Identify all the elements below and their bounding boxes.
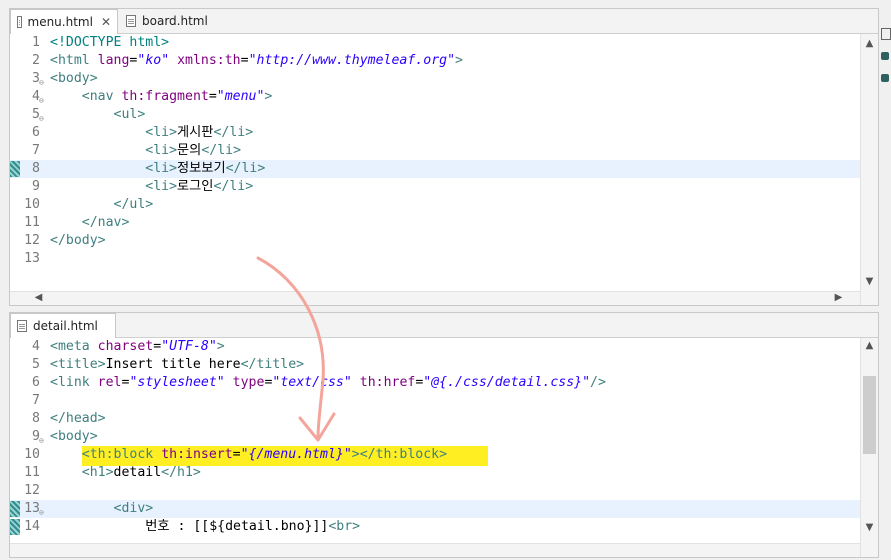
line-number: 7 — [32, 143, 40, 158]
code-line[interactable]: 1 <!DOCTYPE html> — [10, 34, 860, 52]
code-line[interactable]: 5 <title>Insert title here</title> — [10, 356, 860, 374]
close-icon[interactable]: ✕ — [101, 15, 111, 29]
tool-icon[interactable] — [881, 52, 889, 60]
line-number: 6 — [32, 375, 40, 390]
top-horizontal-scrollbar[interactable]: ◀ ▶ — [10, 291, 860, 305]
code-text: <!DOCTYPE html> — [50, 35, 170, 50]
tab-menu-html[interactable]: menu.html ✕ — [10, 9, 118, 34]
code-text: </ul> — [113, 197, 154, 212]
line-number: 11 — [24, 215, 40, 230]
line-number: 1 — [32, 35, 40, 50]
code-line[interactable]: 13 — [10, 250, 860, 268]
code-line[interactable]: 7 — [10, 392, 860, 410]
bottom-editor-tabbar: detail.html — [10, 313, 878, 338]
bottom-editor-pane: detail.html 4 <meta charset="UTF-8"> 5 <tit… — [9, 312, 879, 558]
line-number: 10 — [24, 447, 40, 462]
code-line[interactable]: 6 <link rel="stylesheet" type="text/css" … — [10, 374, 860, 392]
code-text: <li>문의</li> — [145, 143, 242, 158]
scroll-thumb[interactable] — [863, 376, 876, 454]
code-line[interactable]: 11 </nav> — [10, 214, 860, 232]
outline-icon[interactable] — [881, 28, 891, 40]
code-line[interactable]: 13 ⊖ <div> — [10, 500, 860, 518]
code-text: 번호 : [[${detail.bno}]]<br> — [50, 519, 361, 534]
scroll-down-arrow[interactable]: ▼ — [861, 276, 878, 287]
line-number: 4 — [32, 89, 40, 104]
line-number: 3 — [32, 71, 40, 86]
code-text: <link rel="stylesheet" type="text/css" t… — [50, 375, 606, 390]
scroll-left-arrow[interactable]: ◀ — [30, 292, 47, 303]
line-number: 6 — [32, 125, 40, 140]
file-icon — [17, 320, 27, 332]
code-text: <h1>detail</h1> — [81, 465, 201, 480]
code-line[interactable]: 14 번호 : [[${detail.bno}]]<br> — [10, 518, 860, 536]
code-line[interactable]: 12 </body> — [10, 232, 860, 250]
scroll-up-arrow[interactable]: ▲ — [861, 38, 878, 49]
code-text: <nav th:fragment="menu"> — [81, 89, 273, 104]
bottom-horizontal-scrollbar[interactable] — [10, 543, 860, 557]
code-line[interactable]: 4 ⊖ <nav th:fragment="menu"> — [10, 88, 860, 106]
file-icon — [17, 16, 22, 28]
line-number: 9 — [32, 429, 40, 444]
line-number: 11 — [24, 465, 40, 480]
code-text: <title>Insert title here</title> — [50, 357, 305, 372]
line-number: 8 — [32, 411, 40, 426]
top-editor-tabbar: menu.html ✕ board.html — [10, 9, 878, 34]
tab-detail-html[interactable]: detail.html — [10, 313, 116, 338]
code-text: <li>로그인</li> — [145, 179, 254, 194]
line-number: 5 — [32, 107, 40, 122]
tab-board-html[interactable]: board.html — [120, 9, 216, 33]
code-text: <meta charset="UTF-8"> — [50, 339, 225, 354]
line-number: 7 — [32, 393, 40, 408]
scroll-down-arrow[interactable]: ▼ — [861, 522, 878, 533]
code-text: <li>게시판</li> — [145, 125, 254, 140]
code-text: </body> — [50, 233, 106, 248]
line-number: 12 — [24, 233, 40, 248]
code-line[interactable]: 7 <li>문의</li> — [10, 142, 860, 160]
line-number: 8 — [32, 161, 40, 176]
code-text: <ul> — [113, 107, 146, 122]
code-line[interactable]: 10 <th:block th:insert="{/menu.html}"></… — [10, 446, 860, 466]
tool-icon[interactable] — [881, 74, 889, 82]
code-text: <body> — [50, 429, 98, 444]
code-text: <body> — [50, 71, 98, 86]
top-editor-pane: menu.html ✕ board.html 1 <!DOCTYPE html> 2… — [9, 8, 879, 306]
line-number: 5 — [32, 357, 40, 372]
code-line[interactable]: 3 ⊖ <body> — [10, 70, 860, 88]
scroll-right-arrow[interactable]: ▶ — [830, 292, 847, 303]
code-text: <div> — [113, 501, 154, 516]
line-number: 9 — [32, 179, 40, 194]
top-code-area[interactable]: 1 <!DOCTYPE html> 2 <html lang="ko" xmlns:t… — [10, 34, 860, 268]
line-number: 12 — [24, 483, 40, 498]
top-vertical-scrollbar[interactable]: ▲ ▼ — [860, 34, 878, 305]
code-line[interactable]: 11 <h1>detail</h1> — [10, 464, 860, 482]
line-number: 14 — [24, 519, 40, 534]
line-number: 13 — [24, 251, 40, 266]
bottom-vertical-scrollbar[interactable]: ▲ ▼ — [860, 338, 878, 557]
line-number: 2 — [32, 53, 40, 68]
tab-label: menu.html — [27, 15, 93, 29]
code-line[interactable]: 9 ⊖ <body> — [10, 428, 860, 446]
line-number: 10 — [24, 197, 40, 212]
code-text: <th:block th:insert="{/menu.html}"></th:… — [81, 447, 448, 462]
code-line[interactable]: 9 <li>로그인</li> — [10, 178, 860, 196]
code-line[interactable]: 5 ⊖ <ul> — [10, 106, 860, 124]
line-number: 4 — [32, 339, 40, 354]
code-line[interactable]: 2 <html lang="ko" xmlns:th="http://www.th… — [10, 52, 860, 70]
code-text: </head> — [50, 411, 106, 426]
code-line[interactable]: 6 <li>게시판</li> — [10, 124, 860, 142]
code-line[interactable]: 8 <li>정보보기</li> — [10, 160, 860, 178]
code-text: <html lang="ko" xmlns:th="http://www.thy… — [50, 53, 463, 68]
tab-label: board.html — [142, 14, 208, 28]
code-text: <li>정보보기</li> — [145, 161, 266, 176]
line-number: 13 — [24, 501, 40, 516]
scroll-up-arrow[interactable]: ▲ — [861, 340, 878, 351]
tab-label: detail.html — [33, 319, 98, 333]
code-line[interactable]: 10 </ul> — [10, 196, 860, 214]
file-icon — [126, 15, 136, 27]
code-line[interactable]: 8 </head> — [10, 410, 860, 428]
code-line[interactable]: 4 <meta charset="UTF-8"> — [10, 338, 860, 356]
code-line[interactable]: 12 — [10, 482, 860, 500]
bottom-code-area[interactable]: 4 <meta charset="UTF-8"> 5 <title>Insert ti… — [10, 338, 860, 536]
code-text: </nav> — [81, 215, 130, 230]
